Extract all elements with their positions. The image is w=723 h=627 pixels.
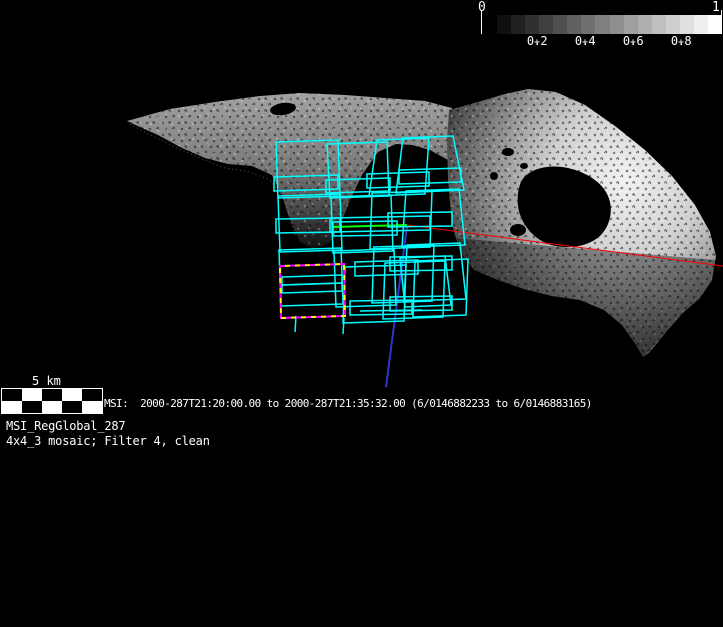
colorbar-step	[511, 15, 526, 34]
crater-shadow-blob	[520, 163, 528, 169]
scalebar-cell	[62, 401, 82, 413]
observation-time-range: MSI: 2000-287T21:20:00.00 to 2000-287T21…	[104, 397, 592, 410]
colorbar-step	[567, 15, 582, 34]
colorbar-step	[595, 15, 610, 34]
colorbar-max-label: 1	[712, 0, 720, 15]
scalebar-cell	[82, 389, 102, 401]
mosaic-frame-outline	[329, 215, 431, 233]
colorbar-step	[609, 15, 624, 34]
scalebar-cell	[62, 389, 82, 401]
colorbar-min-marker	[481, 10, 482, 34]
scalebar-cell	[2, 389, 22, 401]
colorbar-step	[525, 15, 540, 34]
mosaic-frame-outline	[412, 258, 469, 318]
colorbar: 0 1 0.2 +0.4 +0.6 +0.8 +	[478, 1, 723, 51]
asteroid-rendering	[127, 89, 716, 357]
colorbar-step	[707, 15, 722, 34]
scalebar-checker	[1, 388, 103, 414]
scalebar-cell	[2, 401, 22, 413]
colorbar-step	[581, 15, 596, 34]
scalebar-label: 5 km	[32, 374, 61, 388]
crater-shadow-blob	[502, 148, 514, 156]
colorbar-step	[637, 15, 652, 34]
colorbar-gradient	[497, 15, 722, 34]
colorbar-step	[693, 15, 708, 34]
mosaic-frame-outline	[281, 282, 343, 294]
sequence-name: MSI_RegGlobal_287	[6, 419, 126, 433]
crater-shadow-blob	[510, 224, 526, 236]
mosaic-description: 4x4_3 mosaic; Filter 4, clean	[6, 434, 210, 448]
colorbar-tick-mark: +	[534, 37, 541, 48]
crater-shadow-blob	[490, 172, 498, 180]
scalebar-cell	[22, 389, 42, 401]
colorbar-step	[497, 15, 512, 34]
mosaic-frame-outline	[369, 190, 433, 250]
colorbar-tick-mark: +	[678, 37, 685, 48]
scalebar-cell	[42, 389, 62, 401]
scalebar-cell	[82, 401, 102, 413]
mosaic-frame-edge	[359, 309, 423, 312]
colorbar-tick-mark: +	[582, 37, 589, 48]
colorbar-step	[679, 15, 694, 34]
colorbar-step	[651, 15, 666, 34]
scene-canvas[interactable]	[0, 0, 723, 627]
display-window: 0 1 0.2 +0.4 +0.6 +0.8 + 5 km MSI: 2000-287T…	[0, 0, 723, 627]
colorbar-step	[665, 15, 680, 34]
scalebar-cell	[22, 401, 42, 413]
colorbar-tick-mark: +	[630, 37, 637, 48]
colorbar-step	[623, 15, 638, 34]
colorbar-step	[539, 15, 554, 34]
mosaic-frame-edge	[342, 317, 345, 335]
scalebar-cell	[42, 401, 62, 413]
colorbar-step	[553, 15, 568, 34]
